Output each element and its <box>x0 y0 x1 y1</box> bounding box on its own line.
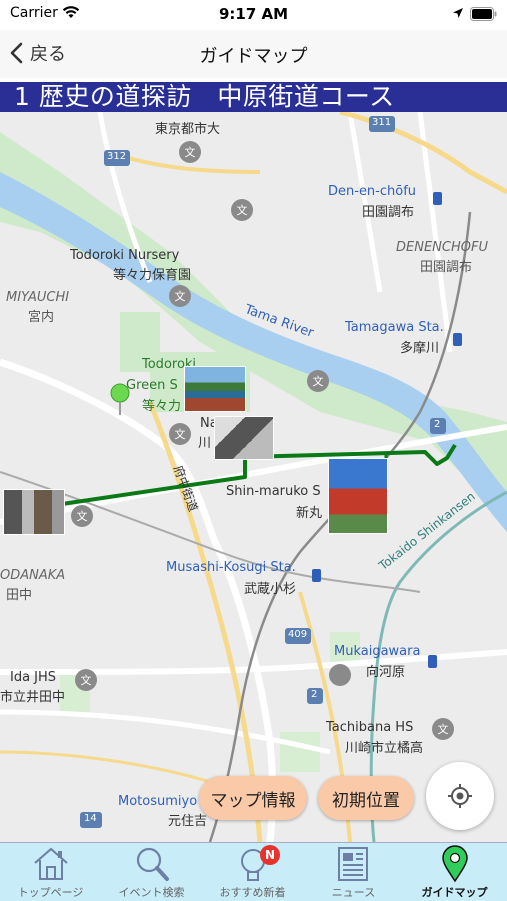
photo-thumbnail[interactable] <box>328 458 388 534</box>
svg-text:文: 文 <box>313 374 324 388</box>
search-icon <box>136 847 169 881</box>
map-label: 宮内 <box>28 310 55 325</box>
location-arrow-icon <box>453 8 463 18</box>
status-bar: Carrier 9:17 AM <box>0 0 507 30</box>
tab-guide-map[interactable]: ガイドマップ <box>404 843 505 901</box>
map-label: MIYAUCHI <box>6 290 70 305</box>
map-label: 田園調布 <box>362 205 415 220</box>
course-title: 1 歴史の道探訪 中原街道コース <box>14 82 395 111</box>
map-label: 新丸 <box>296 506 323 521</box>
route-shield-2: 2 <box>311 689 318 700</box>
svg-text:文: 文 <box>81 673 92 687</box>
tab-top-page[interactable]: トップページ <box>0 843 101 901</box>
park-area <box>280 732 320 772</box>
new-badge: N <box>260 845 280 865</box>
map-label: Todoroki Nursery <box>70 248 180 263</box>
map-label: Tachibana HS <box>326 720 414 735</box>
map-label: Musashi-Kosugi Sta. <box>166 560 296 575</box>
route-shield-311: 311 <box>372 117 392 128</box>
photo-thumbnail[interactable] <box>214 416 274 460</box>
battery-icon <box>470 7 497 21</box>
route-shield-312: 312 <box>107 151 127 162</box>
tab-label: イベント検索 <box>118 886 185 899</box>
map-label: Den-en-chōfu <box>328 184 417 199</box>
map-label: 向河原 <box>366 665 406 680</box>
map-label: Motosumiyo <box>118 794 198 809</box>
map-label: Green S <box>126 378 178 393</box>
tab-bar: トップページ イベント検索 N おすすめ新着 ニュース ガイドマップ <box>0 842 507 901</box>
map-label: Tamagawa Sta. <box>345 320 444 335</box>
map-label: Ida JHS <box>10 670 57 685</box>
map-label: 武蔵小杉 <box>244 582 297 597</box>
map-label: 等々力保育園 <box>113 268 192 283</box>
tab-event-search[interactable]: イベント検索 <box>101 843 202 901</box>
map-view[interactable]: 文文 文文 文文 文文 312 311 409 2 2 14 東京都市大 Den… <box>0 112 507 842</box>
map-label: 市立井田中 <box>0 690 66 705</box>
course-title-bar: 1 歴史の道探訪 中原街道コース <box>0 80 507 112</box>
route-shield-14: 14 <box>84 813 97 824</box>
map-canvas: 文文 文文 文文 文文 <box>0 112 507 842</box>
photo-thumbnail[interactable] <box>184 366 246 412</box>
route-shield-409: 409 <box>288 629 308 640</box>
svg-text:文: 文 <box>77 509 88 523</box>
route-shield-2: 2 <box>434 419 441 430</box>
tab-label: トップページ <box>17 886 84 899</box>
tab-label: おすすめ新着 <box>219 886 286 899</box>
current-location-button[interactable] <box>426 762 494 830</box>
svg-text:文: 文 <box>175 289 186 303</box>
map-label: Mukaigawara <box>334 644 421 659</box>
svg-text:文: 文 <box>185 145 196 159</box>
tab-label: ニュース <box>331 886 376 899</box>
map-pin-icon <box>442 845 468 883</box>
page-title: ガイドマップ <box>199 46 308 67</box>
map-label: 田中 <box>6 588 33 603</box>
svg-text:文: 文 <box>438 722 449 736</box>
map-label: 元住吉 <box>168 814 208 829</box>
home-icon <box>34 847 68 880</box>
map-label: 田園調布 <box>420 260 473 275</box>
status-time: 9:17 AM <box>218 5 289 23</box>
svg-text:文: 文 <box>175 427 186 441</box>
tab-label: ガイドマップ <box>421 886 488 899</box>
newspaper-icon <box>338 847 368 881</box>
map-label: 東京都市大 <box>155 122 221 137</box>
photo-thumbnail[interactable] <box>3 489 65 535</box>
map-label: 等々力 <box>142 399 182 414</box>
initial-position-button[interactable]: 初期位置 <box>318 776 414 820</box>
map-label: 多摩川 <box>400 341 440 356</box>
map-label: ODANAKA <box>0 568 66 583</box>
svg-text:文: 文 <box>237 203 248 217</box>
map-label: DENENCHOFU <box>396 240 488 255</box>
map-label: Shin-maruko S <box>226 484 321 499</box>
tab-recommended-new[interactable]: N おすすめ新着 <box>202 843 303 901</box>
crosshair-icon <box>448 784 472 808</box>
map-label: 川崎市立橘高 <box>345 741 424 756</box>
tab-news[interactable]: ニュース <box>303 843 404 901</box>
map-info-button[interactable]: マップ情報 <box>199 776 307 820</box>
navigation-bar: 戻る ガイドマップ <box>0 30 507 78</box>
